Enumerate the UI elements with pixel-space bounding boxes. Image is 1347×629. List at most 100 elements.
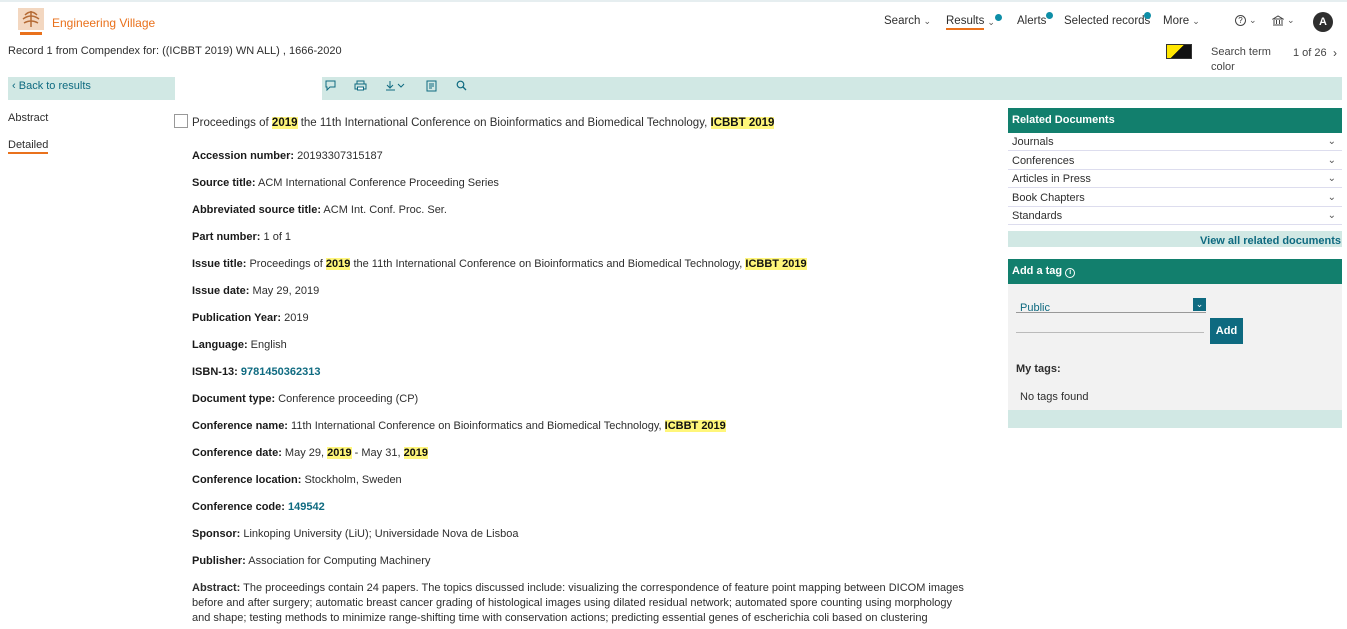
related-item-journals[interactable]: Journals ⌄ xyxy=(1008,133,1342,151)
field-source-title: Source title: ACM International Conferen… xyxy=(192,177,499,189)
alerts-badge xyxy=(1046,12,1053,19)
field-language: Language: English xyxy=(192,339,287,351)
nav-selected-records-label: Selected records xyxy=(1064,15,1151,27)
field-value: English xyxy=(247,339,287,351)
field-label: Issue title: xyxy=(192,258,247,270)
no-tags-message: No tags found xyxy=(1020,391,1089,403)
avatar[interactable]: A xyxy=(1313,12,1333,32)
nav-alerts-label: Alerts xyxy=(1017,15,1047,27)
nav-search-label: Search xyxy=(884,15,921,27)
search-term-color-swatch[interactable] xyxy=(1166,44,1192,59)
nav-more[interactable]: More ⌄ xyxy=(1163,15,1200,27)
selected-records-badge xyxy=(1144,12,1151,19)
field-value: ACM Int. Conf. Proc. Ser. xyxy=(320,204,447,216)
add-tag-heading: Add a tag i xyxy=(1008,259,1342,284)
field-publisher: Publisher: Association for Computing Mac… xyxy=(192,555,430,567)
field-label: ISBN-13: xyxy=(192,366,238,378)
chevron-down-icon: ⌄ xyxy=(1327,136,1336,147)
search-term-color-label: Search term color xyxy=(1211,46,1271,73)
field-value: Linkoping University (LiU); Universidade… xyxy=(240,528,519,540)
chevron-down-icon: ⌄ xyxy=(1287,15,1295,25)
field-value: Proceedings of xyxy=(246,258,326,270)
back-to-results-link[interactable]: ‹ Back to results xyxy=(12,80,91,92)
field-conference-date: Conference date: May 29, 2019 - May 31, … xyxy=(192,447,429,459)
title-highlight: ICBBT 2019 xyxy=(710,117,775,129)
related-item-standards[interactable]: Standards ⌄ xyxy=(1008,207,1342,225)
institution-icon xyxy=(1272,15,1284,26)
field-label: Language: xyxy=(192,339,248,351)
field-value: May 29, 2019 xyxy=(249,285,320,297)
field-conference-location: Conference location: Stockholm, Sweden xyxy=(192,474,402,486)
print-icon[interactable] xyxy=(354,80,367,91)
tab-abstract[interactable]: Abstract xyxy=(8,112,48,124)
conference-code-link[interactable]: 149542 xyxy=(288,501,325,513)
tab-detailed[interactable]: Detailed xyxy=(8,139,49,154)
chevron-down-icon[interactable]: ⌄ xyxy=(1193,298,1206,311)
related-item-label: Articles in Press xyxy=(1012,173,1091,185)
field-value: May 29, xyxy=(281,447,328,459)
chevron-right-icon[interactable]: › xyxy=(1333,46,1337,60)
results-badge xyxy=(995,14,1002,21)
chevron-down-icon: ⌄ xyxy=(1327,173,1336,184)
field-isbn-13: ISBN-13: 9781450362313 xyxy=(192,366,320,378)
related-item-label: Journals xyxy=(1012,136,1054,148)
chevron-down-icon: ⌄ xyxy=(1327,192,1336,203)
isbn-link[interactable]: 9781450362313 xyxy=(241,366,321,378)
field-label: Publisher: xyxy=(192,555,246,567)
tag-input[interactable] xyxy=(1016,332,1204,333)
related-item-label: Standards xyxy=(1012,210,1063,222)
field-document-type: Document type: Conference proceeding (CP… xyxy=(192,393,418,405)
field-label: Issue date: xyxy=(192,285,250,297)
field-part-number: Part number: 1 of 1 xyxy=(192,231,291,243)
my-tags-label: My tags: xyxy=(1016,363,1061,375)
related-documents-heading: Related Documents xyxy=(1008,108,1342,133)
chevron-down-icon: ⌄ xyxy=(1327,210,1336,221)
related-item-label: Conferences xyxy=(1012,155,1075,167)
record-pager: 1 of 26 xyxy=(1293,47,1327,59)
brand-name[interactable]: Engineering Village xyxy=(52,16,155,30)
nav-selected-records[interactable]: Selected records xyxy=(1064,15,1150,27)
tag-panel-footer xyxy=(1008,410,1342,428)
select-underline xyxy=(1016,312,1206,313)
institution-menu[interactable]: ⌄ xyxy=(1272,15,1295,26)
abstract-text: The proceedings contain 24 papers. The t… xyxy=(192,582,964,624)
title-highlight: 2019 xyxy=(271,117,298,129)
field-label: Conference code: xyxy=(192,501,285,513)
related-item-articles-in-press[interactable]: Articles in Press ⌄ xyxy=(1008,170,1342,188)
field-issue-date: Issue date: May 29, 2019 xyxy=(192,285,319,297)
field-value: - May 31, xyxy=(351,447,404,459)
field-value: ACM International Conference Proceeding … xyxy=(255,177,499,189)
save-to-folder-icon[interactable] xyxy=(426,80,438,92)
search-term-highlight: 2019 xyxy=(325,258,351,270)
field-value: 1 of 1 xyxy=(260,231,292,243)
search-icon[interactable] xyxy=(456,80,467,91)
chevron-down-icon: ⌄ xyxy=(1327,155,1336,166)
field-value: Conference proceeding (CP) xyxy=(275,393,419,405)
field-label: Abstract: xyxy=(192,582,241,594)
record-toolbar xyxy=(322,77,1342,100)
nav-search[interactable]: Search ⌄ xyxy=(884,15,931,27)
nav-results[interactable]: Results ⌄ xyxy=(946,15,995,30)
comment-icon[interactable] xyxy=(325,80,336,91)
search-term-highlight: 2019 xyxy=(327,447,352,459)
add-tag-button[interactable]: Add xyxy=(1210,318,1243,344)
related-item-book-chapters[interactable]: Book Chapters ⌄ xyxy=(1008,189,1342,207)
title-text: the 11th International Conference on Bio… xyxy=(297,117,711,129)
chevron-left-icon: ‹ xyxy=(12,80,19,92)
field-abstract: Abstract: The proceedings contain 24 pap… xyxy=(192,581,972,626)
field-publication-year: Publication Year: 2019 xyxy=(192,312,309,324)
field-value: 11th International Conference on Bioinfo… xyxy=(287,420,665,432)
select-record-checkbox[interactable] xyxy=(174,114,188,128)
nav-alerts[interactable]: Alerts xyxy=(1017,15,1046,27)
help-menu[interactable]: ? ⌄ xyxy=(1235,15,1257,26)
search-term-highlight: ICBBT 2019 xyxy=(664,420,726,432)
chevron-down-icon: ⌄ xyxy=(987,17,995,27)
view-all-related-link[interactable]: View all related documents xyxy=(1200,235,1341,247)
back-to-results-label: Back to results xyxy=(18,80,91,92)
chevron-down-icon: ⌄ xyxy=(923,15,931,26)
field-label: Conference date: xyxy=(192,447,282,459)
related-item-conferences[interactable]: Conferences ⌄ xyxy=(1008,152,1342,170)
field-value: the 11th International Conference on Bio… xyxy=(350,258,746,270)
download-icon[interactable] xyxy=(385,80,407,91)
info-icon[interactable]: i xyxy=(1065,268,1076,278)
